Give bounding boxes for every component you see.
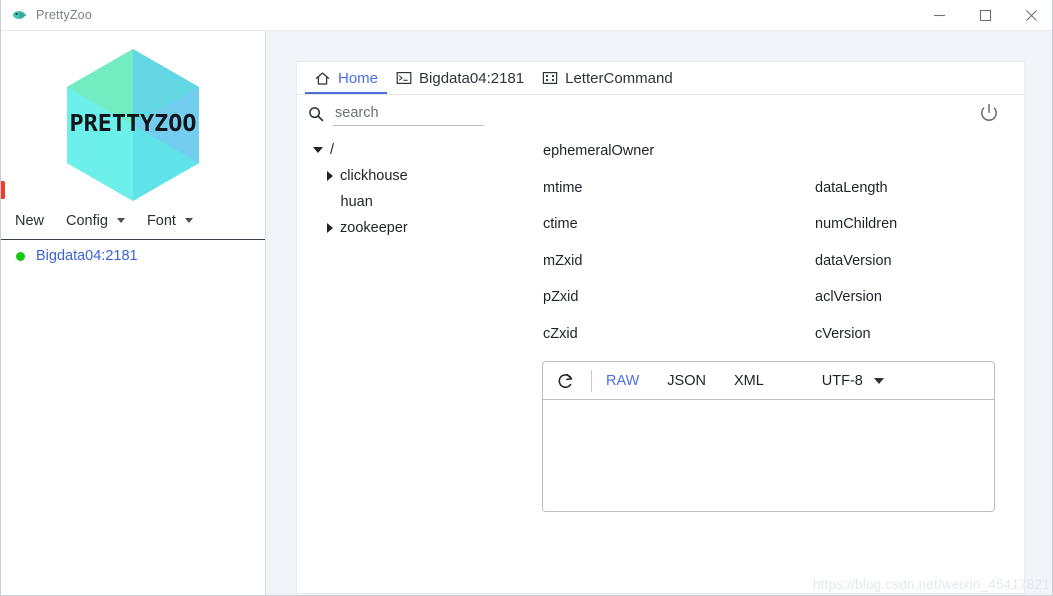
prettyzoo-window: PrettyZoo PRETTYZOO New Config Font Bigd… — [0, 0, 1053, 596]
minimize-button[interactable] — [916, 0, 962, 31]
encoding-dropdown[interactable]: UTF-8 — [822, 373, 884, 389]
close-button[interactable] — [1008, 0, 1052, 31]
tab-lettercommand-label: LetterCommand — [565, 69, 673, 87]
property-label-aclversion: aclVersion — [815, 289, 882, 306]
refresh-button[interactable] — [555, 370, 577, 392]
app-logo: PRETTYZOO — [1, 35, 265, 221]
property-label-dataversion: dataVersion — [815, 252, 892, 269]
toolbar-divider — [591, 369, 592, 392]
home-icon — [314, 70, 331, 87]
property-label-mzxid: mZxid — [543, 252, 583, 269]
content-card: Home Bigdata04:2181 LetterCommand search… — [297, 62, 1024, 593]
font-label: Font — [146, 212, 176, 229]
search-row — [297, 95, 1024, 133]
property-label-numchildren: numChildren — [815, 216, 898, 233]
tree-node-label: clickhouse — [340, 168, 408, 184]
chevron-down-icon[interactable] — [313, 147, 323, 153]
connection-item-bigdata04[interactable]: Bigdata04:2181 — [1, 241, 265, 271]
card-body: / clickhouse huan zookeeper ephemeralOwn… — [297, 133, 1024, 591]
tab-lettercommand[interactable]: LetterCommand — [533, 62, 682, 94]
search-input[interactable] — [333, 102, 484, 126]
property-label-datalength: dataLength — [815, 179, 888, 196]
tab-bigdata04-label: Bigdata04:2181 — [419, 69, 525, 87]
new-label: New — [15, 212, 45, 229]
four-dots-icon — [542, 70, 558, 86]
tab-bigdata04[interactable]: Bigdata04:2181 — [387, 62, 533, 94]
tab-home-label: Home — [338, 69, 379, 87]
tree-node-root[interactable]: / — [307, 137, 517, 163]
property-label-pzxid: pZxid — [543, 289, 579, 306]
encoding-label: UTF-8 — [821, 372, 863, 389]
config-label: Config — [66, 212, 108, 229]
tree-node-label: huan — [340, 194, 373, 210]
chevron-down-icon — [116, 218, 125, 223]
connection-list: Bigdata04:2181 — [1, 241, 265, 271]
logo-wordmark: PRETTYZOO — [69, 111, 197, 137]
chevron-down-icon — [873, 377, 884, 384]
property-label-mtime: mtime — [543, 179, 583, 196]
new-connection-button[interactable]: New — [15, 213, 44, 229]
prettyzoo-bird-icon — [12, 7, 28, 23]
sidebar: PRETTYZOO New Config Font Bigdata04:2181 — [1, 31, 266, 595]
chevron-down-icon — [184, 218, 193, 223]
connection-label: Bigdata04:2181 — [36, 248, 138, 264]
tab-bar: Home Bigdata04:2181 LetterCommand — [297, 62, 1024, 95]
maximize-button[interactable] — [962, 0, 1008, 31]
znode-tree: / clickhouse huan zookeeper — [307, 137, 517, 241]
tree-node-label: zookeeper — [340, 220, 408, 236]
format-xml-button[interactable]: XML — [734, 373, 764, 389]
sidebar-toolbar: New Config Font — [1, 202, 265, 240]
property-label-cversion: cVersion — [815, 325, 871, 342]
znode-properties: ephemeralOwner mtime dataLength ctime nu… — [543, 133, 1003, 352]
property-label-ephemeralowner: ephemeralOwner — [543, 143, 655, 160]
chevron-right-icon[interactable] — [327, 171, 333, 181]
refresh-icon — [558, 373, 573, 388]
window-title: PrettyZoo — [36, 8, 92, 22]
property-label-czxid: cZxid — [543, 325, 578, 342]
title-bar: PrettyZoo — [1, 0, 1052, 31]
tree-node-huan[interactable]: huan — [307, 189, 517, 215]
terminal-icon — [396, 70, 412, 86]
main-region: Home Bigdata04:2181 LetterCommand search… — [266, 31, 1052, 595]
format-json-button[interactable]: JSON — [667, 373, 706, 389]
tree-node-clickhouse[interactable]: clickhouse — [307, 163, 517, 189]
window-controls — [916, 0, 1052, 31]
tab-home[interactable]: Home — [305, 62, 388, 94]
watermark: https://blog.csdn.net/weixin_45417821 — [812, 577, 1050, 592]
tree-node-label: / — [330, 142, 335, 158]
chevron-right-icon[interactable] — [327, 223, 333, 233]
config-menu-button[interactable]: Config — [66, 213, 125, 229]
data-viewer: RAW JSON XML UTF-8 — [542, 361, 995, 512]
search-icon — [307, 105, 325, 123]
disconnect-button[interactable] — [976, 100, 1002, 126]
data-viewer-toolbar: RAW JSON XML UTF-8 — [543, 362, 994, 400]
tree-node-zookeeper[interactable]: zookeeper — [307, 215, 517, 241]
font-menu-button[interactable]: Font — [147, 213, 193, 229]
format-raw-button[interactable]: RAW — [606, 373, 639, 389]
property-label-ctime: ctime — [543, 216, 578, 233]
status-dot-icon — [16, 251, 25, 261]
data-content-textarea[interactable] — [543, 400, 994, 511]
